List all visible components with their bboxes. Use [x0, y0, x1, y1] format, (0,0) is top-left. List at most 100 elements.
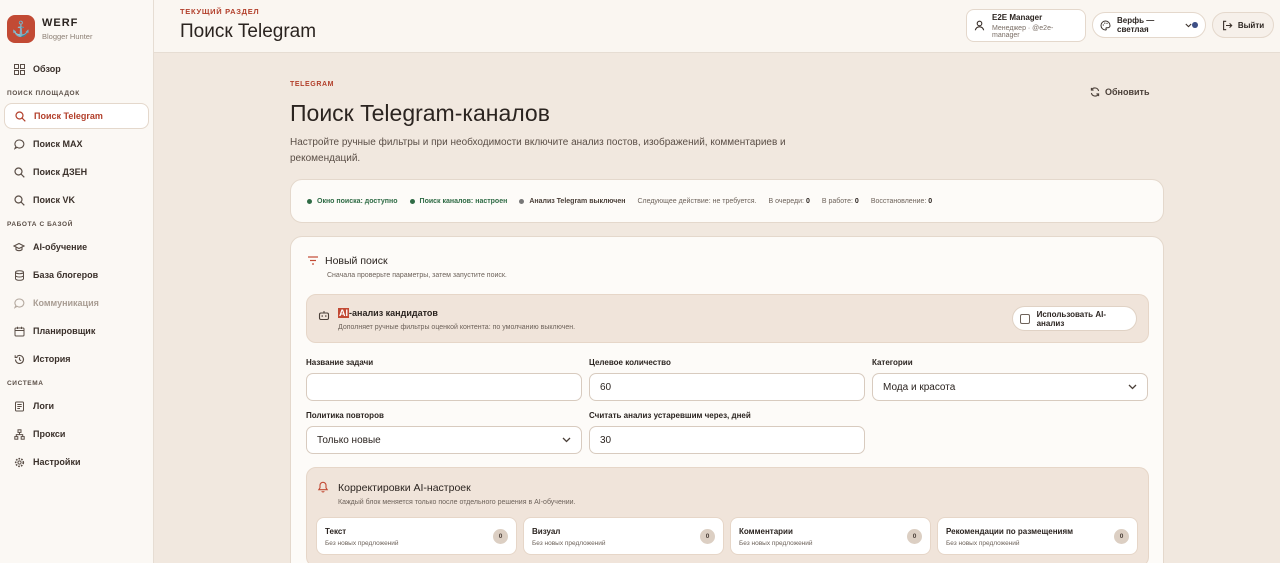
count-badge: 0	[700, 529, 715, 544]
sidebar-item-communication[interactable]: Коммуникация	[4, 290, 149, 316]
repeat-policy-select[interactable]: Только новые	[306, 426, 582, 454]
refresh-label: Обновить	[1105, 87, 1150, 97]
sidebar-item-label: AI-обучение	[33, 242, 88, 252]
ai-corrections-subtitle: Каждый блок меняется только после отдель…	[338, 499, 576, 506]
grid-icon	[13, 63, 25, 75]
theme-color-dot	[1192, 22, 1198, 28]
sidebar-item-label: Прокси	[33, 429, 66, 439]
sidebar-item-history[interactable]: История	[4, 346, 149, 372]
count-badge: 0	[907, 529, 922, 544]
status-in-work: В работе: 0	[821, 197, 859, 205]
sidebar-item-planner[interactable]: Планировщик	[4, 318, 149, 344]
logout-button[interactable]: Выйти	[1212, 12, 1274, 38]
sidebar-item-label: Настройки	[33, 457, 81, 467]
sidebar: ⚓ WERF Blogger Hunter Обзор ПОИСК ПЛОЩАД…	[0, 0, 154, 563]
chevron-down-icon	[562, 435, 571, 446]
sidebar-item-bloggers-base[interactable]: База блогеров	[4, 262, 149, 288]
task-name-label: Название задачи	[306, 358, 374, 367]
chip-title: Текст	[325, 527, 347, 536]
repeat-policy-value: Только новые	[317, 434, 381, 446]
sidebar-section-system: СИСТЕМА	[7, 380, 44, 387]
sidebar-item-search-vk[interactable]: Поиск VK	[4, 187, 149, 213]
graduation-cap-icon	[13, 241, 25, 253]
target-count-label: Целевое количество	[589, 358, 671, 367]
chat-bubble-icon	[13, 138, 25, 150]
status-queue: В очереди: 0	[768, 197, 810, 205]
new-search-card: Новый поиск Сначала проверьте параметры,…	[290, 236, 1164, 563]
count-badge: 0	[493, 529, 508, 544]
robot-icon	[318, 308, 330, 326]
status-analysis: Анализ Telegram выключен	[519, 198, 625, 205]
sidebar-item-proxy[interactable]: Прокси	[4, 421, 149, 447]
stale-days-label: Считать анализ устаревшим через, дней	[589, 411, 751, 420]
sidebar-item-settings[interactable]: Настройки	[4, 449, 149, 475]
user-icon	[974, 20, 985, 31]
chip-title: Комментарии	[739, 527, 793, 536]
refresh-icon	[1090, 87, 1100, 97]
current-section-kicker: ТЕКУЩИЙ РАЗДЕЛ	[180, 7, 260, 16]
checkbox[interactable]	[1020, 313, 1030, 324]
user-card[interactable]: E2E Manager Менеджер · @e2e-manager	[966, 9, 1086, 42]
sidebar-item-label: Поиск MAX	[33, 139, 83, 149]
sidebar-section-base: РАБОТА С БАЗОЙ	[7, 221, 73, 228]
status-next-action: Следующее действие: не требуется.	[637, 197, 757, 205]
correction-chip-comments[interactable]: Комментарии Без новых предложений 0	[730, 517, 931, 555]
chip-title: Рекомендации по размещениям	[946, 527, 1074, 536]
sidebar-item-search-dzen[interactable]: Поиск ДЗЕН	[4, 159, 149, 185]
refresh-button[interactable]: Обновить	[1090, 87, 1150, 97]
sidebar-item-logs[interactable]: Логи	[4, 393, 149, 419]
correction-chip-recommendations[interactable]: Рекомендации по размещениям Без новых пр…	[937, 517, 1138, 555]
sidebar-item-label: Поиск VK	[33, 195, 76, 205]
sidebar-item-ai-training[interactable]: AI-обучение	[4, 234, 149, 260]
status-restore: Восстановление: 0	[870, 197, 933, 205]
categories-select[interactable]: Мода и красота	[872, 373, 1148, 401]
status-bar: Окно поиска: доступно Поиск каналов: нас…	[290, 179, 1164, 223]
main-heading: Поиск Telegram-каналов	[290, 100, 550, 126]
use-ai-analysis-label: Использовать AI-анализ	[1036, 309, 1106, 328]
history-icon	[13, 353, 25, 365]
theme-label: Верфь — светлая	[1117, 16, 1155, 34]
logs-icon	[13, 400, 25, 412]
filter-icon	[307, 253, 319, 271]
sidebar-item-overview[interactable]: Обзор	[4, 56, 149, 82]
status-window: Окно поиска: доступно	[307, 198, 398, 205]
platform-kicker: TELEGRAM	[290, 81, 335, 88]
task-name-input[interactable]	[306, 373, 582, 401]
ai-analysis-panel: AI-анализ кандидатов Дополняет ручные фи…	[306, 294, 1149, 343]
new-search-subtitle: Сначала проверьте параметры, затем запус…	[327, 272, 507, 279]
repeat-policy-label: Политика повторов	[306, 411, 384, 420]
target-count-value: 60	[600, 381, 612, 393]
stale-days-value: 30	[600, 434, 612, 446]
gear-icon	[13, 456, 25, 468]
target-count-input[interactable]: 60	[589, 373, 865, 401]
search-icon	[13, 194, 25, 206]
sidebar-item-search-max[interactable]: Поиск MAX	[4, 131, 149, 157]
correction-chip-text[interactable]: Текст Без новых предложений 0	[316, 517, 517, 555]
sidebar-item-search-telegram[interactable]: Поиск Telegram	[4, 103, 149, 129]
sidebar-item-label: Поиск ДЗЕН	[33, 167, 88, 177]
sidebar-item-label: Логи	[33, 401, 55, 411]
palette-icon	[1100, 19, 1111, 31]
stale-days-input[interactable]: 30	[589, 426, 865, 454]
correction-chip-visual[interactable]: Визуал Без новых предложений 0	[523, 517, 724, 555]
categories-value: Мода и красота	[883, 381, 956, 393]
anchor-logo-icon: ⚓	[7, 14, 35, 43]
chevron-down-icon	[1185, 23, 1193, 28]
chip-subtitle: Без новых предложений	[325, 540, 399, 547]
sidebar-item-label: Коммуникация	[33, 298, 99, 308]
ai-corrections-title: Корректировки AI-настроек	[338, 482, 471, 494]
theme-select[interactable]: Верфь — светлая	[1092, 12, 1206, 38]
sidebar-item-label: Обзор	[33, 64, 61, 74]
user-role: Менеджер · @e2e-manager	[992, 24, 1054, 39]
topbar: ТЕКУЩИЙ РАЗДЕЛ Поиск Telegram E2E Manage…	[154, 0, 1280, 53]
brand-subtitle: Blogger Hunter	[42, 31, 93, 41]
network-icon	[13, 428, 25, 440]
chip-subtitle: Без новых предложений	[946, 540, 1020, 547]
ai-analysis-title: AI-анализ кандидатов	[338, 308, 438, 318]
chat-bubble-icon	[13, 297, 25, 309]
calendar-icon	[13, 325, 25, 337]
sidebar-section-search: ПОИСК ПЛОЩАДОК	[7, 90, 80, 97]
use-ai-analysis-toggle[interactable]: Использовать AI-анализ	[1012, 306, 1137, 331]
page-description: Настройте ручные фильтры и при необходим…	[290, 137, 786, 164]
ai-corrections-panel: Корректировки AI-настроек Каждый блок ме…	[306, 467, 1149, 563]
